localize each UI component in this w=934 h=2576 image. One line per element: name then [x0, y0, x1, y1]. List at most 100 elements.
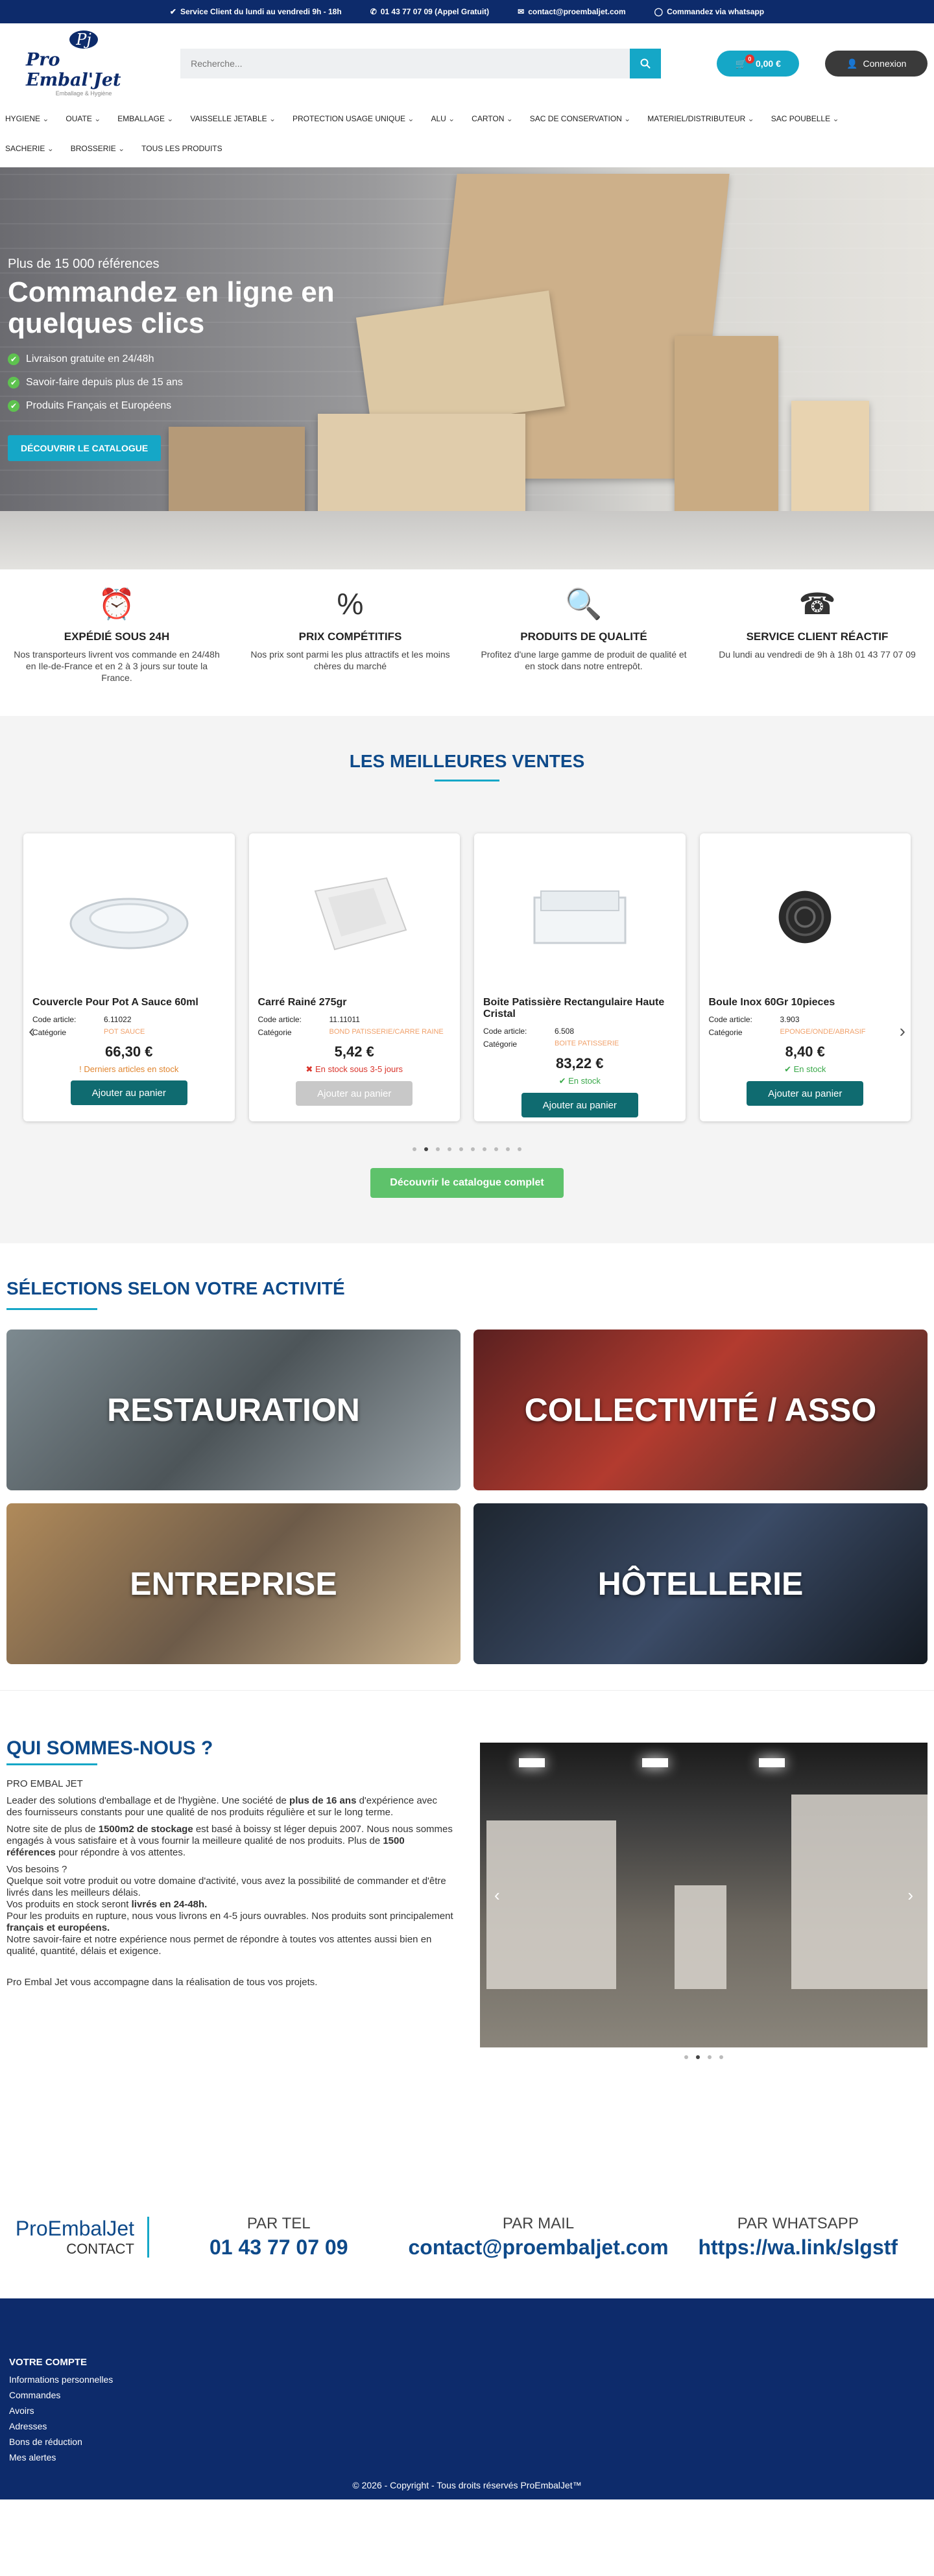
sauce-lid-image[interactable] [32, 842, 226, 992]
tile-hotellerie[interactable]: HÔTELLERIE [473, 1503, 928, 1664]
stock-text: En stock [793, 1064, 826, 1074]
carousel-dot[interactable] [436, 1147, 440, 1151]
pallet-stack [675, 1885, 726, 1989]
carousel-dot[interactable] [459, 1147, 463, 1151]
slider-dot[interactable] [719, 2055, 723, 2059]
about-p5: Quelque soit votre produit ou votre doma… [6, 1876, 446, 1898]
footer-link[interactable]: Informations personnelles [9, 2374, 925, 2385]
activity-title: SÉLECTIONS SELON VOTRE ACTIVITÉ [6, 1278, 345, 1298]
product-name[interactable]: Carré Rainé 275gr [258, 997, 451, 1008]
nav-item[interactable]: BROSSERIE [71, 144, 125, 153]
add-to-cart-button[interactable]: Ajouter au panier [521, 1093, 638, 1117]
product-category[interactable]: BOITE PATISSERIE [555, 1040, 677, 1049]
nav-item[interactable]: MATERIEL/DISTRIBUTEUR [647, 114, 754, 123]
slider-dot[interactable] [696, 2055, 700, 2059]
carousel-dot[interactable] [483, 1147, 486, 1151]
product-meta: Code article: 11.11011 Catégorie BOND PATIS… [258, 1015, 451, 1037]
add-to-cart-button[interactable]: Ajouter au panier [70, 1080, 187, 1105]
nav-item[interactable]: SAC DE CONSERVATION [530, 114, 630, 123]
search-button[interactable] [629, 49, 661, 78]
product-code: 6.508 [555, 1027, 575, 1036]
text: CONTACT [66, 2241, 134, 2257]
product-category[interactable]: POT SAUCE [104, 1028, 226, 1037]
whatsapp-link[interactable]: ◯ Commandez via whatsapp [654, 7, 764, 16]
service-hours: ✔ Service Client du lundi au vendredi 9h … [169, 7, 342, 16]
carousel-next-arrow[interactable]: › [900, 1021, 905, 1042]
feature-text: Nos transporteurs livrent vos commande e… [14, 649, 220, 683]
carousel-dot[interactable] [413, 1147, 416, 1151]
nav-row-1: HYGIENE OUATE EMBALLAGE VAISSELLE JETABLE PR… [5, 104, 929, 134]
nav-item[interactable]: OUATE [66, 114, 101, 123]
hero-bullet: ✔ Produits Français et Européens [8, 400, 371, 412]
footer-link[interactable]: Mes alertes [9, 2452, 925, 2463]
product-category[interactable]: EPONGE/ONDE/ABRASIF [780, 1028, 902, 1037]
add-to-cart-button[interactable]: Ajouter au panier [747, 1081, 864, 1106]
carousel-dot[interactable] [448, 1147, 451, 1151]
contact-mail[interactable]: PAR MAIL contact@proembaljet.com [408, 2215, 668, 2260]
carousel-dot[interactable] [506, 1147, 510, 1151]
feature-title: PRIX COMPÉTITIFS [298, 630, 402, 643]
tile-collectivite[interactable]: COLLECTIVITÉ / ASSO [473, 1330, 928, 1490]
footer-link[interactable]: Adresses [9, 2421, 925, 2431]
slider-dot[interactable] [684, 2055, 688, 2059]
contact-whatsapp[interactable]: PAR WHATSAPP https://wa.link/slgstf [669, 2215, 928, 2260]
search-input[interactable] [180, 49, 630, 78]
nav-item[interactable]: SAC POUBELLE [771, 114, 839, 123]
nav-item[interactable]: SACHERIE [5, 144, 54, 153]
contact-tel[interactable]: PAR TEL 01 43 77 07 09 [149, 2215, 408, 2260]
slider-next-arrow[interactable]: › [907, 1885, 913, 1905]
price-tag-icon: % [337, 587, 364, 621]
hero-bullet: ✔ Livraison gratuite en 24/48h [8, 353, 371, 365]
nav-item[interactable]: EMBALLAGE [117, 114, 173, 123]
pallet-stack [486, 1820, 616, 1989]
carousel-dot[interactable] [518, 1147, 521, 1151]
catalog-button[interactable]: DÉCOUVRIR LE CATALOGUE [8, 435, 162, 461]
steel-wool-image[interactable] [709, 842, 902, 992]
tile-restauration[interactable]: RESTAURATION [6, 1330, 461, 1490]
carousel-prev-arrow[interactable]: ‹ [29, 1021, 34, 1042]
footer-link[interactable]: Commandes [9, 2390, 925, 2400]
phone-link[interactable]: ✆ 01 43 77 07 09 (Appel Gratuit) [370, 7, 489, 16]
cart-button[interactable]: 🛒 0 0,00 € [716, 51, 800, 77]
carousel-dot[interactable] [494, 1147, 498, 1151]
slider-dot[interactable] [708, 2055, 712, 2059]
nav-item[interactable]: ALU [431, 114, 455, 123]
value: contact@proembaljet.com [408, 2236, 669, 2259]
site-logo[interactable]: Pj Pro Embal'Jet Emballage & Hygiène [26, 30, 141, 97]
email-link[interactable]: ✉ contact@proembaljet.com [518, 7, 625, 16]
copyright: © 2026 - Copyright - Tous droits réservé… [352, 2480, 582, 2490]
about-p2: Leader des solutions d'emballage et de l… [6, 1795, 454, 1819]
quality-search-icon: 🔍 [565, 587, 603, 621]
hero-bullet-text: Savoir-faire depuis plus de 15 ans [26, 377, 183, 388]
nav-item[interactable]: CARTON [472, 114, 513, 123]
hero-cup-lid-image [675, 336, 778, 531]
footer-link[interactable]: Bons de réduction [9, 2437, 925, 2447]
nav-item[interactable]: HYGIENE [5, 114, 49, 123]
product-price: 5,42 € [334, 1044, 374, 1060]
product-name[interactable]: Boite Patissière Rectangulaire Haute Cri… [483, 997, 677, 1020]
about-p7: Pour les produits en rupture, nous vous … [6, 1911, 454, 1934]
whatsapp-icon: ◯ [654, 7, 664, 16]
user-icon: 👤 [846, 58, 858, 69]
slider-prev-arrow[interactable]: ‹ [494, 1885, 500, 1905]
product-category[interactable]: BOND PATISSERIE/CARRE RAINE [329, 1028, 451, 1037]
carousel-dot[interactable] [471, 1147, 475, 1151]
nav-item[interactable]: PROTECTION USAGE UNIQUE [293, 114, 414, 123]
about-p4: Vos besoins ? [6, 1864, 67, 1875]
label: PAR TEL [246, 2215, 311, 2232]
carousel-dot[interactable] [424, 1147, 428, 1151]
product-name[interactable]: Couvercle Pour Pot A Sauce 60ml [32, 997, 226, 1008]
product-card: Carré Rainé 275gr Code article: 11.11011 Ca… [248, 833, 460, 1121]
pastry-box-image[interactable] [483, 842, 677, 992]
footer-link[interactable]: Avoirs [9, 2405, 925, 2416]
login-button[interactable]: 👤 Connexion [825, 51, 928, 77]
carre-raine-image[interactable] [258, 842, 451, 992]
tile-entreprise[interactable]: ENTREPRISE [6, 1503, 461, 1664]
discover-catalog-button[interactable]: Découvrir le catalogue complet [370, 1168, 564, 1198]
feature-item: ☎ SERVICE CLIENT RÉACTIF Du lundi au vendr… [700, 586, 934, 716]
product-name[interactable]: Boule Inox 60Gr 10pieces [709, 997, 902, 1008]
nav-item[interactable]: VAISSELLE JETABLE [190, 114, 276, 123]
title-underline [6, 1308, 97, 1310]
check-icon: ✔ [169, 7, 176, 16]
nav-item[interactable]: TOUS LES PRODUITS [141, 144, 222, 153]
